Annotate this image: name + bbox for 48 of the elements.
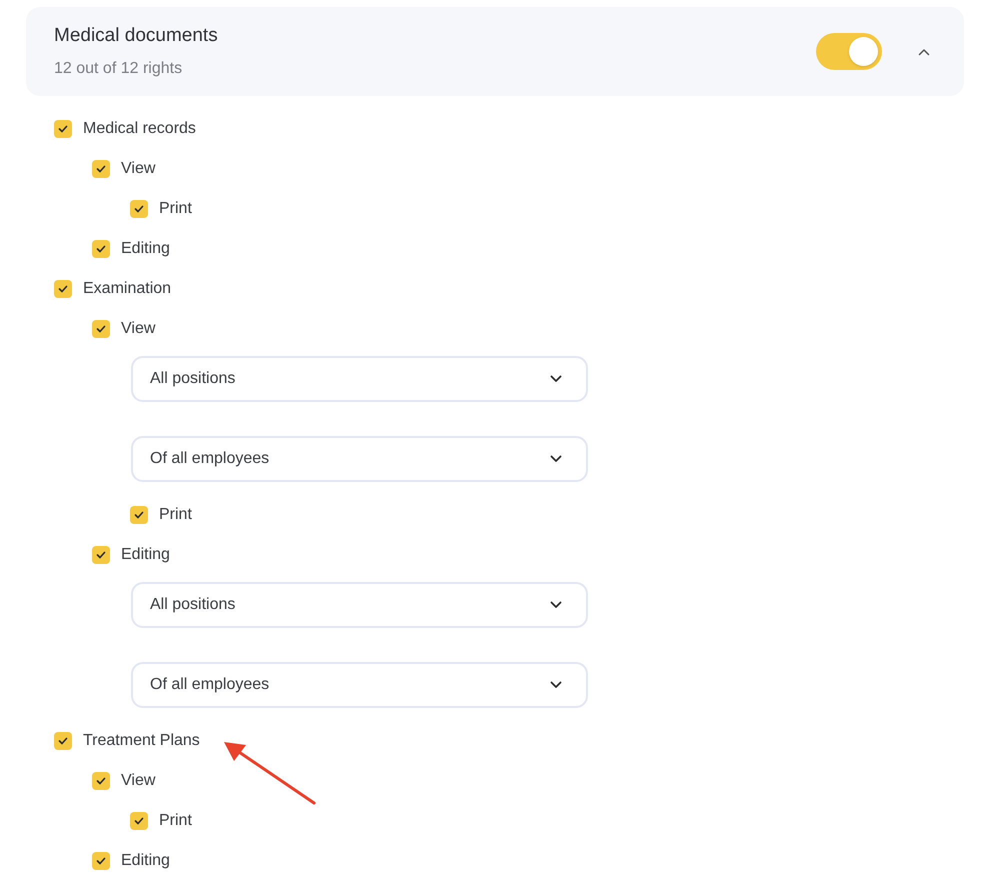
chevron-up-icon[interactable] xyxy=(918,48,930,56)
check-icon xyxy=(58,737,68,745)
check-icon xyxy=(134,511,144,519)
check-icon xyxy=(134,205,144,213)
permission-label: Medical records xyxy=(83,119,196,139)
check-icon xyxy=(58,125,68,133)
permission-label: Editing xyxy=(121,851,170,871)
dropdown[interactable]: All positions xyxy=(131,582,588,628)
chevron-down-icon xyxy=(550,455,562,463)
check-icon xyxy=(96,551,106,559)
check-icon xyxy=(96,165,106,173)
rights-count: 12 out of 12 rights xyxy=(54,58,184,79)
check-icon xyxy=(58,285,68,293)
check-icon xyxy=(96,777,106,785)
check-icon xyxy=(96,245,106,253)
dropdown[interactable]: Of all employees xyxy=(131,662,588,708)
permission-label: Examination xyxy=(83,279,172,299)
permission-label: View xyxy=(121,159,156,179)
checkbox[interactable] xyxy=(92,546,110,564)
checkbox[interactable] xyxy=(92,240,110,258)
permission-label: Treatment Plans xyxy=(83,731,200,751)
section-title: Medical documents xyxy=(54,24,218,48)
permission-label: View xyxy=(121,319,156,339)
checkbox[interactable] xyxy=(130,506,148,524)
permission-label: Print xyxy=(159,199,192,219)
chevron-down-icon xyxy=(550,375,562,383)
dropdown[interactable]: Of all employees xyxy=(131,436,588,482)
permission-label: Editing xyxy=(121,239,170,259)
checkbox[interactable] xyxy=(92,852,110,870)
checkbox[interactable] xyxy=(130,812,148,830)
checkbox[interactable] xyxy=(92,772,110,790)
check-icon xyxy=(134,817,144,825)
permission-label: Print xyxy=(159,811,192,831)
checkbox[interactable] xyxy=(54,280,72,298)
checkbox[interactable] xyxy=(54,732,72,750)
permission-label: Editing xyxy=(121,545,170,565)
checkbox[interactable] xyxy=(92,320,110,338)
toggle-switch[interactable] xyxy=(816,33,882,70)
checkbox[interactable] xyxy=(92,160,110,178)
permission-label: View xyxy=(121,771,156,791)
checkbox[interactable] xyxy=(130,200,148,218)
checkbox[interactable] xyxy=(54,120,72,138)
dropdown[interactable]: All positions xyxy=(131,356,588,402)
chevron-down-icon xyxy=(550,601,562,609)
permission-label: Print xyxy=(159,505,192,525)
check-icon xyxy=(96,857,106,865)
chevron-down-icon xyxy=(550,681,562,689)
check-icon xyxy=(96,325,106,333)
